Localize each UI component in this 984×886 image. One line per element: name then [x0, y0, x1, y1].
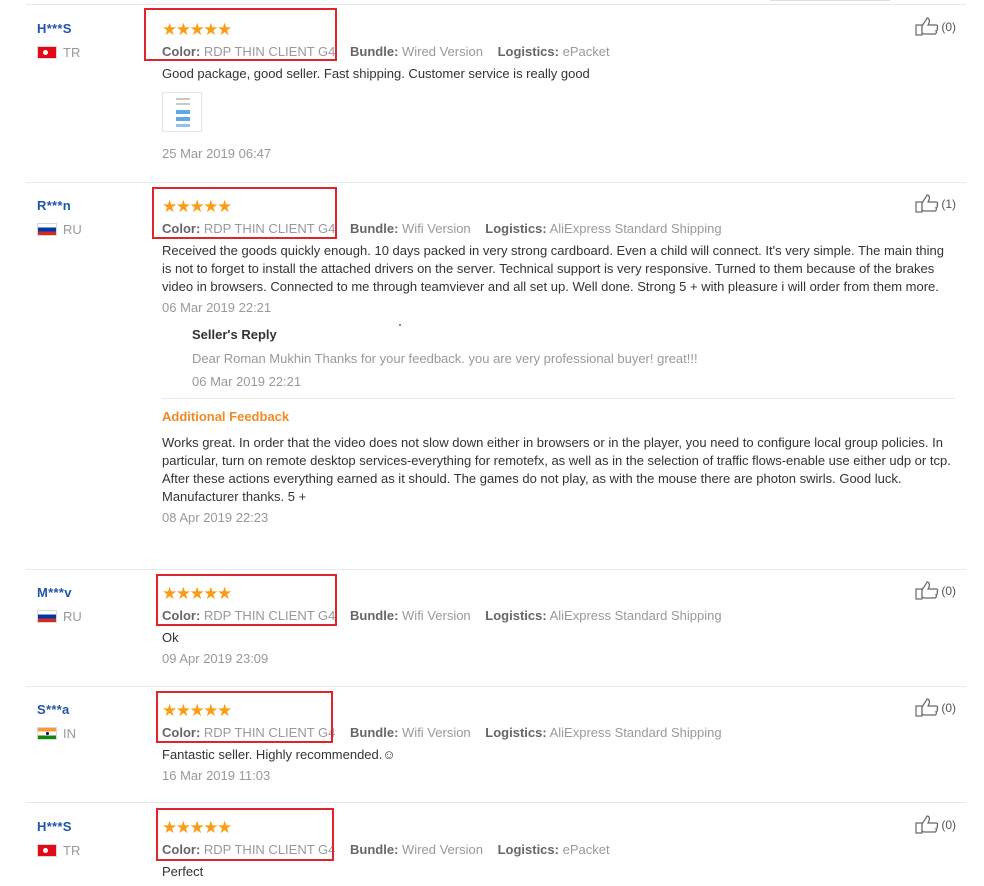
logistics-value: ePacket [562, 842, 610, 857]
like-button[interactable]: (0) [915, 698, 956, 717]
seller-reply-date: 06 Mar 2019 22:21 [192, 374, 302, 389]
like-button[interactable]: (0) [915, 581, 956, 600]
reviewer-info: R***n RU [37, 198, 82, 237]
reviewer-name[interactable]: R***n [37, 198, 82, 213]
highlight-box [156, 574, 337, 626]
logistics-value: ePacket [562, 44, 610, 59]
country-code: TR [63, 45, 81, 60]
reviewer-info: H***S TR [37, 819, 80, 858]
review-content: ★★★★★ Color: RDP THIN CLIENT G4 Bundle: … [162, 198, 962, 525]
highlight-box [156, 691, 333, 743]
reviewer-info: M***v RU [37, 585, 82, 624]
bundle-value: Wifi Version [402, 608, 471, 623]
thumbs-up-icon [915, 194, 939, 213]
review-date: 09 Apr 2019 23:09 [162, 651, 269, 666]
india-flag-icon [37, 727, 57, 740]
like-count: (0) [941, 19, 956, 34]
review-text: Received the goods quickly enough. 10 da… [162, 243, 944, 294]
review-text: Ok [162, 630, 179, 645]
additional-feedback-text: Works great. In order that the video doe… [162, 435, 951, 504]
top-divider [770, 0, 890, 1]
logistics-label: Logistics: [497, 842, 559, 857]
bundle-value: Wired Version [402, 44, 483, 59]
reviewer-country: TR [37, 843, 80, 858]
reviewer-country: RU [37, 222, 82, 237]
country-code: RU [63, 609, 82, 624]
like-count: (0) [941, 700, 956, 715]
thumbs-up-icon [915, 581, 939, 600]
highlight-box [156, 808, 334, 861]
stray-mark [399, 324, 401, 326]
review-separator [26, 686, 966, 687]
russia-flag-icon [37, 223, 57, 236]
review-date: 06 Mar 2019 22:21 [162, 300, 272, 315]
bundle-value: Wifi Version [402, 725, 471, 740]
bundle-value: Wired Version [402, 842, 483, 857]
logistics-value: AliExpress Standard Shipping [549, 608, 722, 623]
like-button[interactable]: (0) [915, 17, 956, 36]
review-text: Fantastic seller. Highly recommended.☺ [162, 747, 396, 762]
country-code: TR [63, 843, 81, 858]
like-button[interactable]: (0) [915, 815, 956, 834]
like-button[interactable]: (1) [915, 194, 956, 213]
seller-reply-text: Dear Roman Mukhin Thanks for your feedba… [192, 351, 698, 366]
logistics-label: Logistics: [485, 608, 547, 623]
highlight-box [144, 8, 337, 61]
logistics-value: AliExpress Standard Shipping [549, 725, 722, 740]
logistics-label: Logistics: [497, 44, 559, 59]
review-date: 25 Mar 2019 06:47 [162, 146, 272, 161]
review-date: 16 Mar 2019 11:03 [162, 768, 271, 783]
additional-feedback-title: Additional Feedback [162, 409, 290, 424]
reviewer-country: TR [37, 45, 80, 60]
turkey-flag-icon [37, 844, 57, 857]
like-count: (0) [941, 817, 956, 832]
seller-reply-title: Seller's Reply [192, 327, 277, 342]
bundle-label: Bundle: [350, 221, 399, 236]
bundle-label: Bundle: [350, 725, 399, 740]
reviewer-country: RU [37, 609, 82, 624]
bundle-value: Wifi Version [402, 221, 471, 236]
highlight-box [152, 187, 337, 239]
seller-reply: Seller's Reply Dear Roman Mukhin Thanks … [192, 327, 962, 389]
bundle-label: Bundle: [350, 608, 399, 623]
logistics-label: Logistics: [485, 725, 547, 740]
reviewer-name[interactable]: S***a [37, 702, 76, 717]
top-separator [26, 4, 966, 5]
like-count: (0) [941, 583, 956, 598]
reviewer-name[interactable]: H***S [37, 21, 80, 36]
russia-flag-icon [37, 610, 57, 623]
review-separator [26, 802, 966, 803]
logistics-value: AliExpress Standard Shipping [549, 221, 722, 236]
thumbs-up-icon [915, 698, 939, 717]
review-separator [26, 182, 966, 183]
review-text: Perfect [162, 864, 204, 879]
thumbs-up-icon [915, 815, 939, 834]
reviewer-info: H***S TR [37, 21, 80, 60]
review-separator [26, 569, 966, 570]
review-photo-thumbnail[interactable] [162, 92, 202, 132]
additional-feedback-divider [162, 398, 955, 399]
like-count: (1) [941, 196, 956, 211]
country-code: RU [63, 222, 82, 237]
bundle-label: Bundle: [350, 44, 399, 59]
reviewer-name[interactable]: H***S [37, 819, 80, 834]
reviewer-info: S***a IN [37, 702, 76, 741]
logistics-label: Logistics: [485, 221, 547, 236]
country-code: IN [63, 726, 76, 741]
reviewer-country: IN [37, 726, 76, 741]
bundle-label: Bundle: [350, 842, 399, 857]
review-text: Good package, good seller. Fast shipping… [162, 66, 590, 81]
thumbs-up-icon [915, 17, 939, 36]
reviewer-name[interactable]: M***v [37, 585, 82, 600]
additional-feedback-date: 08 Apr 2019 22:23 [162, 510, 269, 525]
turkey-flag-icon [37, 46, 57, 59]
